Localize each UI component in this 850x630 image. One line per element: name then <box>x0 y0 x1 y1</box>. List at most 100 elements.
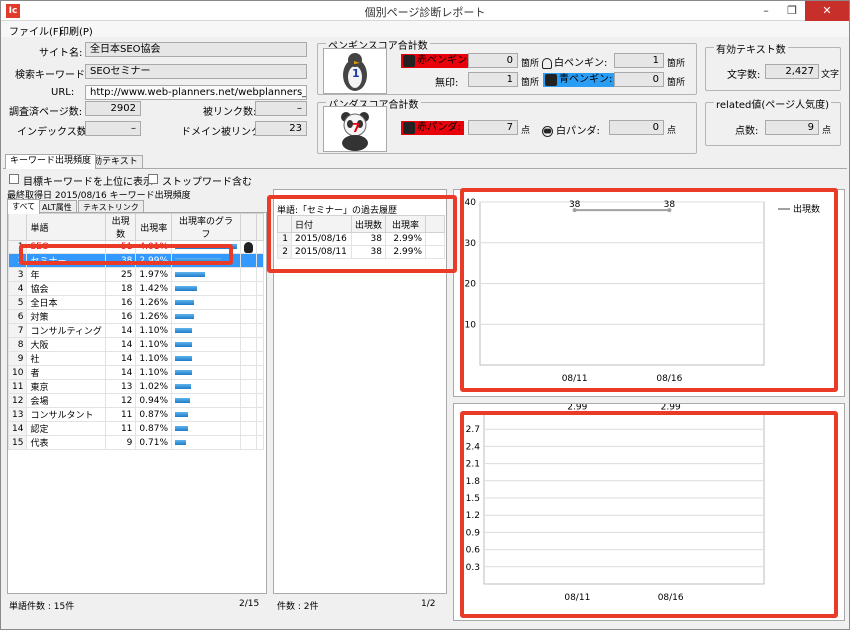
col-history-count[interactable]: 出現数 <box>351 215 386 233</box>
row-count: 9 <box>104 435 137 450</box>
table-row[interactable]: 2 セミナー 38 2.99% <box>7 253 264 268</box>
rate-bar <box>175 397 190 403</box>
table-row[interactable]: 5 全日本 16 1.26% <box>7 295 264 310</box>
maximize-button[interactable]: ❐ <box>779 1 805 21</box>
close-button[interactable]: ✕ <box>805 1 849 21</box>
keyword-table-body: 1 SEO 51 4.01% 2 セミナー 38 2.99% 3 年 25 1.97% 4 協会 18 1.4… <box>7 240 264 450</box>
row-index: 14 <box>7 421 28 436</box>
legend-label: 出現数 <box>793 203 820 215</box>
col-count[interactable]: 出現数 <box>104 213 137 241</box>
history-page-status: 1/2 <box>421 599 436 609</box>
surveyed-pages-label: 調査済ページ数: <box>9 107 83 118</box>
row-word: 東京 <box>26 379 106 394</box>
col-history-rate[interactable]: 出現率 <box>385 215 426 233</box>
rate-bar <box>175 257 221 263</box>
rate-bar <box>175 369 192 375</box>
keyword-page-status: 2/15 <box>239 599 260 609</box>
panda-icon <box>403 122 415 134</box>
count-chart-panel: 10 20 30 40 08/11 08/16 38 38 出現数 <box>453 189 845 397</box>
domain-backlinks-field: 23 <box>255 121 307 136</box>
row-penguin <box>240 309 257 324</box>
row-graph <box>171 240 241 254</box>
table-row[interactable]: 7 コンサルティング 14 1.10% <box>7 323 264 338</box>
related-title: related値(ページ人気度) <box>714 96 831 111</box>
row-count: 11 <box>104 407 137 422</box>
red-panda-value: 7 <box>468 120 518 135</box>
x-tick-label: 08/16 <box>658 593 684 603</box>
table-row[interactable]: 2 2015/08/11 38 2.99% <box>277 245 445 259</box>
white-panda-icon <box>542 125 553 137</box>
row-index: 4 <box>7 281 28 296</box>
table-row[interactable]: 13 コンサルタント 11 0.87% <box>7 407 264 422</box>
row-penguin <box>240 240 257 254</box>
row-rate: 4.01% <box>135 240 172 254</box>
char-count-label: 文字数: <box>727 70 761 81</box>
row-count: 18 <box>104 281 137 296</box>
table-row[interactable]: 8 大阪 14 1.10% <box>7 337 264 352</box>
table-row[interactable]: 9 社 14 1.10% <box>7 351 264 366</box>
y-tick-label: 1.5 <box>466 494 480 504</box>
row-index: 3 <box>7 267 28 282</box>
minimize-button[interactable]: – <box>753 1 779 21</box>
tab-all[interactable]: すべて <box>7 199 41 214</box>
row-word: SEO <box>26 240 106 254</box>
row-word: 代表 <box>26 435 106 450</box>
site-name-field: 全日本SEO協会 <box>85 42 307 57</box>
col-word[interactable]: 単語 <box>26 213 106 241</box>
row-graph <box>171 309 241 324</box>
row-graph <box>171 365 241 380</box>
table-row[interactable]: 11 東京 13 1.02% <box>7 379 264 394</box>
penguin-icon <box>244 241 253 253</box>
keyword-table: 単語 出現数 出現率 出現率のグラフ 1 SEO 51 4.01% 2 セミナー 38 2.9… <box>7 213 264 450</box>
menu-print[interactable]: 印刷(P) <box>59 23 93 38</box>
history-count-status: 件数 : 2件 <box>277 602 319 612</box>
stopword-checkbox[interactable] <box>148 174 158 184</box>
rate-bar <box>175 439 186 445</box>
row-graph <box>171 281 241 296</box>
row-index: 13 <box>7 407 28 422</box>
table-row[interactable]: 1 SEO 51 4.01% <box>7 240 264 254</box>
row-penguin <box>240 267 257 282</box>
menu-file[interactable]: ファイル(F) <box>9 23 63 38</box>
related-score-value: 9 <box>765 120 819 135</box>
row-graph <box>171 295 241 310</box>
col-date[interactable]: 日付 <box>291 215 352 233</box>
top-keyword-checkbox[interactable] <box>9 174 19 184</box>
row-rate: 0.87% <box>135 421 172 436</box>
x-tick-label: 08/11 <box>562 374 588 384</box>
row-count: 13 <box>104 379 137 394</box>
table-row[interactable]: 4 協会 18 1.42% <box>7 281 264 296</box>
table-row[interactable]: 15 代表 9 0.71% <box>7 435 264 450</box>
rate-bar <box>175 411 188 417</box>
table-row[interactable]: 1 2015/08/16 38 2.99% <box>277 232 445 246</box>
tab-keyword-frequency[interactable]: キーワード出現頻度 <box>5 154 97 169</box>
title-bar: Ic 個別ページ診断レポート – ❐ ✕ <box>1 1 849 21</box>
keyword-label: 検索キーワード: <box>15 70 89 81</box>
table-row[interactable]: 14 認定 11 0.87% <box>7 421 264 436</box>
y-tick-label: 0.9 <box>466 528 481 538</box>
table-row[interactable]: 10 者 14 1.10% <box>7 365 264 380</box>
table-row[interactable]: 6 対策 16 1.26% <box>7 309 264 324</box>
url-field[interactable]: http://www.web-planners.net/webplanners_… <box>85 85 307 100</box>
rate-bar <box>175 244 237 249</box>
col-rate[interactable]: 出現率 <box>135 213 172 241</box>
col-graph[interactable]: 出現率のグラフ <box>171 213 241 241</box>
row-graph <box>171 267 241 282</box>
row-penguin <box>240 323 257 338</box>
row-word: コンサルタント <box>26 407 106 422</box>
row-index: 15 <box>7 435 28 450</box>
site-name-label: サイト名: <box>39 48 83 59</box>
top-keyword-label: 目標キーワードを上位に表示 <box>23 177 153 188</box>
row-word: 社 <box>26 351 106 366</box>
row-count: 25 <box>104 267 137 282</box>
table-row[interactable]: 12 会場 12 0.94% <box>7 393 264 408</box>
penguin-mascot: 1 <box>323 48 387 94</box>
window-title: 個別ページ診断レポート <box>364 6 486 19</box>
blue-penguin-unit: 箇所 <box>667 78 686 88</box>
row-rate: 1.26% <box>135 309 172 324</box>
row-count: 38 <box>104 253 137 268</box>
keyword-field: SEOセミナー <box>85 64 307 79</box>
row-rate: 1.10% <box>135 351 172 366</box>
table-row[interactable]: 3 年 25 1.97% <box>7 267 264 282</box>
penguin-mascot-score: 1 <box>352 67 360 80</box>
